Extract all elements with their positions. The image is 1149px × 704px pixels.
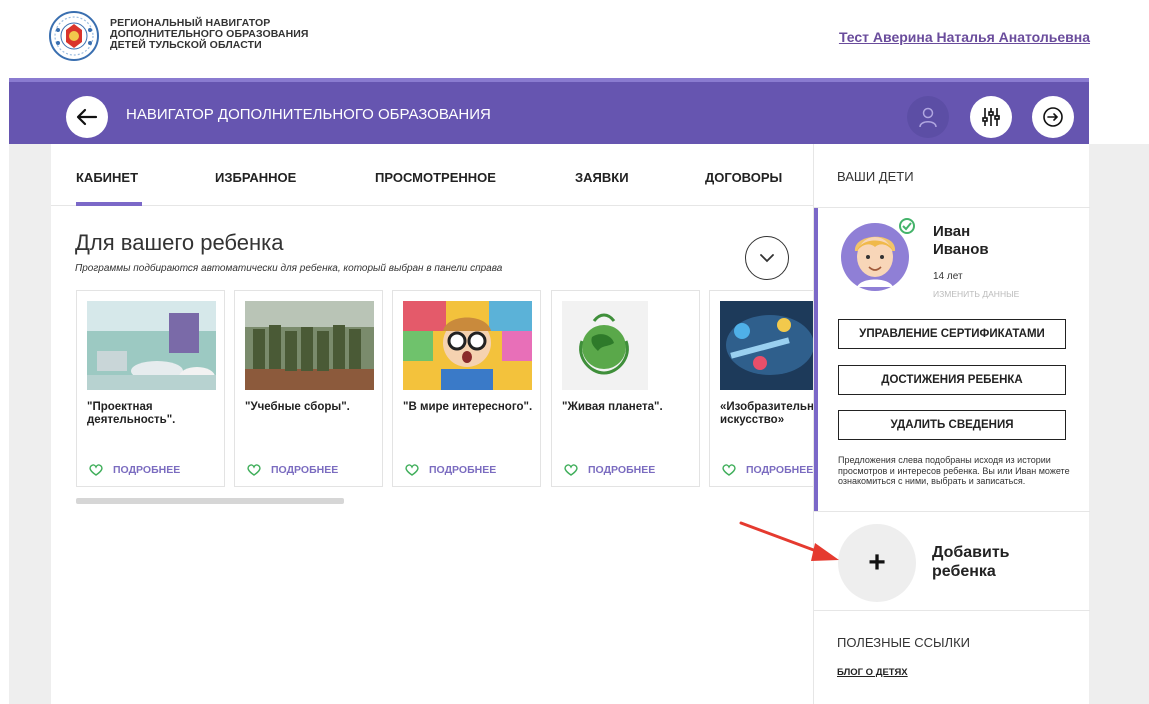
card-more-link[interactable]: ПОДРОБНЕЕ bbox=[722, 464, 813, 476]
add-child-label[interactable]: Добавить ребенка bbox=[932, 543, 1052, 581]
card-more-label: ПОДРОБНЕЕ bbox=[113, 464, 181, 476]
program-card[interactable]: "Живая планета". ПОДРОБНЕЕ bbox=[551, 290, 700, 487]
tab-applications[interactable]: ЗАЯВКИ bbox=[575, 170, 629, 185]
heart-icon[interactable] bbox=[405, 464, 419, 476]
logout-arrow-icon bbox=[1043, 107, 1063, 127]
program-card[interactable]: "В мире интересного". ПОДРОБНЕЕ bbox=[392, 290, 541, 487]
card-more-link[interactable]: ПОДРОБНЕЕ bbox=[564, 464, 655, 476]
filter-button[interactable] bbox=[970, 96, 1012, 138]
soldiers-photo bbox=[245, 301, 374, 390]
card-more-link[interactable]: ПОДРОБНЕЕ bbox=[247, 464, 338, 476]
child-name: Иван Иванов bbox=[933, 223, 989, 259]
card-title[interactable]: "В мире интересного". bbox=[403, 401, 535, 414]
region-logo-icon[interactable] bbox=[48, 10, 100, 62]
child-first-name: Иван bbox=[933, 223, 971, 240]
logout-button[interactable] bbox=[1032, 96, 1074, 138]
back-arrow-icon bbox=[76, 108, 98, 126]
heart-icon[interactable] bbox=[89, 464, 103, 476]
back-button[interactable] bbox=[66, 96, 108, 138]
card-title[interactable]: "Учебные сборы". bbox=[245, 401, 377, 414]
child-profile: Иван Иванов 14 лет ИЗМЕНИТЬ ДАННЫЕ УПРАВ… bbox=[814, 208, 1090, 511]
card-more-label: ПОДРОБНЕЕ bbox=[746, 464, 813, 476]
child-age: 14 лет bbox=[933, 271, 963, 282]
paint-palette-photo bbox=[720, 301, 813, 390]
card-more-link[interactable]: ПОДРОБНЕЕ bbox=[405, 464, 496, 476]
user-profile-link[interactable]: Тест Аверина Наталья Анатольевна bbox=[839, 29, 1090, 45]
region-logo-text[interactable]: РЕГИОНАЛЬНЫЙ НАВИГАТОР ДОПОЛНИТЕЛЬНОГО О… bbox=[110, 18, 309, 51]
card-more-link[interactable]: ПОДРОБНЕЕ bbox=[89, 464, 180, 476]
section-title: Для вашего ребенка bbox=[75, 230, 284, 255]
card-more-label: ПОДРОБНЕЕ bbox=[588, 464, 656, 476]
cabinet-main-panel: КАБИНЕТ ИЗБРАННОЕ ПРОСМОТРЕННОЕ ЗАЯВКИ Д… bbox=[51, 144, 813, 704]
page-title: НАВИГАТОР ДОПОЛНИТЕЛЬНОГО ОБРАЗОВАНИЯ bbox=[126, 106, 491, 123]
child-achievements-button[interactable]: ДОСТИЖЕНИЯ РЕБЕНКА bbox=[838, 365, 1066, 395]
card-more-label: ПОДРОБНЕЕ bbox=[429, 464, 497, 476]
boy-question-marks-photo bbox=[403, 301, 532, 390]
blog-link[interactable]: БЛОГ О ДЕТЯХ bbox=[837, 667, 908, 678]
children-sidebar: ВАШИ ДЕТИ Иван Иванов 14 лет ИЗМЕНИТЬ ДА… bbox=[813, 144, 1090, 704]
program-card[interactable]: «Изобразительное искусство» ПОДРОБНЕЕ bbox=[709, 290, 813, 487]
recommendations-note: Предложения слева подобраны исходя из ис… bbox=[838, 455, 1070, 486]
annotation-arrow-icon bbox=[739, 521, 839, 561]
delete-info-button[interactable]: УДАЛИТЬ СВЕДЕНИЯ bbox=[838, 410, 1066, 440]
children-heading: ВАШИ ДЕТИ bbox=[837, 169, 914, 184]
tab-cabinet[interactable]: КАБИНЕТ bbox=[76, 170, 138, 185]
edit-child-link[interactable]: ИЗМЕНИТЬ ДАННЫЕ bbox=[933, 289, 1019, 299]
right-gutter bbox=[1089, 144, 1149, 704]
heart-icon[interactable] bbox=[564, 464, 578, 476]
active-tab-indicator bbox=[76, 202, 142, 206]
useful-links-heading: ПОЛЕЗНЫЕ ССЫЛКИ bbox=[837, 635, 970, 650]
tab-viewed[interactable]: ПРОСМОТРЕННОЕ bbox=[375, 170, 496, 185]
filter-sliders-icon bbox=[982, 108, 1000, 126]
divider bbox=[814, 610, 1090, 611]
child-last-name: Иванов bbox=[933, 241, 989, 258]
cards-scrollbar[interactable] bbox=[76, 498, 344, 504]
tab-contracts[interactable]: ДОГОВОРЫ bbox=[705, 170, 782, 185]
left-gutter bbox=[9, 144, 51, 704]
classroom-photo bbox=[87, 301, 216, 390]
card-more-label: ПОДРОБНЕЕ bbox=[271, 464, 339, 476]
tab-favorites[interactable]: ИЗБРАННОЕ bbox=[215, 170, 296, 185]
navigator-bar: НАВИГАТОР ДОПОЛНИТЕЛЬНОГО ОБРАЗОВАНИЯ bbox=[9, 78, 1089, 144]
profile-button[interactable] bbox=[907, 96, 949, 138]
collapse-button[interactable] bbox=[745, 236, 789, 280]
cabinet-tabs: КАБИНЕТ ИЗБРАННОЕ ПРОСМОТРЕННОЕ ЗАЯВКИ Д… bbox=[51, 144, 813, 206]
program-card[interactable]: "Учебные сборы". ПОДРОБНЕЕ bbox=[234, 290, 383, 487]
card-title[interactable]: «Изобразительное искусство» bbox=[720, 401, 813, 427]
manage-certificates-button[interactable]: УПРАВЛЕНИЕ СЕРТИФИКАТАМИ bbox=[838, 319, 1066, 349]
avatar[interactable] bbox=[839, 217, 915, 293]
heart-icon[interactable] bbox=[722, 464, 736, 476]
program-card[interactable]: "Проектная деятельность". ПОДРОБНЕЕ bbox=[76, 290, 225, 487]
green-globe-icon bbox=[562, 301, 691, 390]
logo-line-3: ДЕТЕЙ ТУЛЬСКОЙ ОБЛАСТИ bbox=[110, 39, 262, 51]
section-subtitle: Программы подбираются автоматически для … bbox=[75, 263, 503, 274]
heart-icon[interactable] bbox=[247, 464, 261, 476]
add-child-button[interactable]: + bbox=[838, 524, 916, 602]
user-icon bbox=[919, 107, 937, 128]
top-header: РЕГИОНАЛЬНЫЙ НАВИГАТОР ДОПОЛНИТЕЛЬНОГО О… bbox=[0, 0, 1149, 78]
card-title[interactable]: "Проектная деятельность". bbox=[87, 401, 219, 427]
divider bbox=[814, 511, 1090, 512]
card-title[interactable]: "Живая планета". bbox=[562, 401, 694, 414]
chevron-down-icon bbox=[760, 254, 774, 263]
